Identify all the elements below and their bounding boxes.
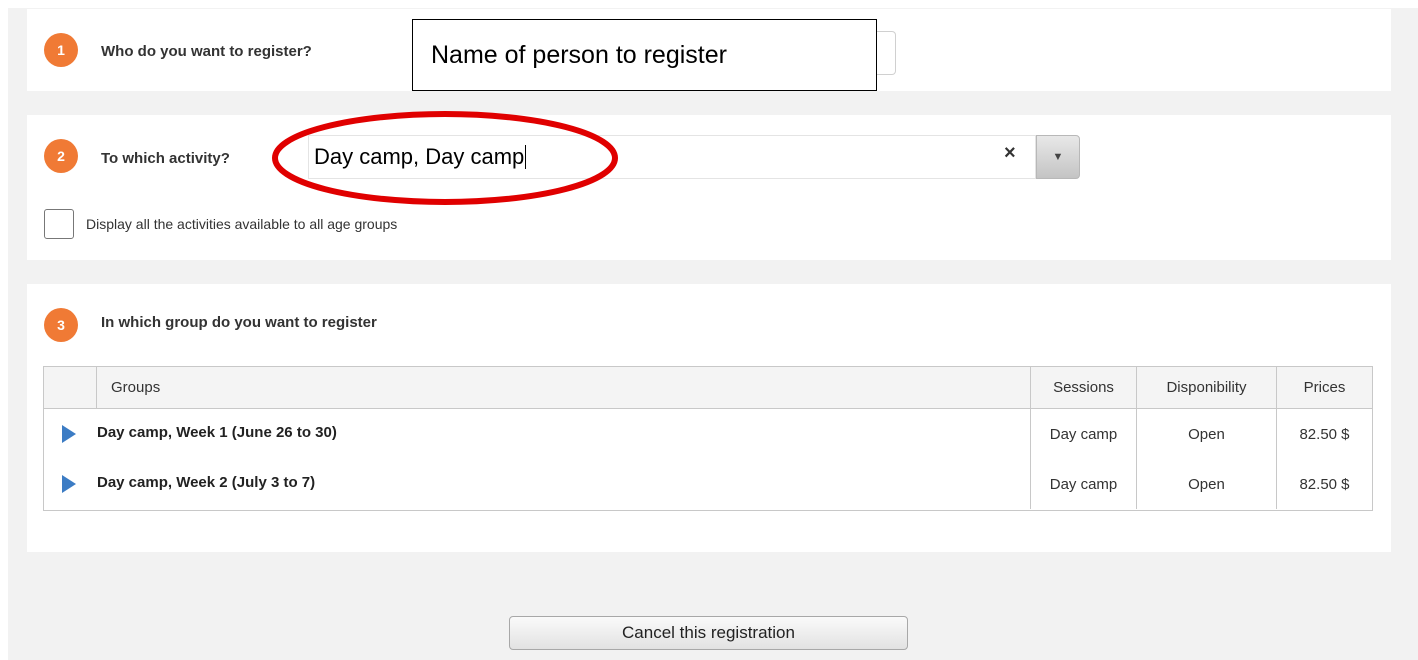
activity-select-input[interactable]: Day camp, Day camp <box>308 135 1036 179</box>
table-header: Groups Sessions Disponibility Prices <box>44 367 1372 409</box>
col-sessions[interactable]: Sessions <box>1030 367 1136 408</box>
triangle-right-icon[interactable] <box>62 475 76 493</box>
text-caret <box>525 145 527 169</box>
step-2-badge: 2 <box>44 139 78 173</box>
all-activities-checkbox[interactable] <box>44 209 74 239</box>
col-groups[interactable]: Groups <box>96 367 1030 408</box>
activity-value: Day camp, Day camp <box>314 144 525 169</box>
step-3-label: In which group do you want to register <box>101 314 377 331</box>
all-activities-label: Display all the activities available to … <box>86 216 398 232</box>
availability-cell: Open <box>1136 459 1276 509</box>
availability-cell: Open <box>1136 409 1276 459</box>
price-cell: 82.50 $ <box>1276 409 1372 459</box>
person-select-edge[interactable] <box>875 31 896 75</box>
col-prices[interactable]: Prices <box>1276 367 1372 408</box>
session-cell: Day camp <box>1030 459 1136 509</box>
groups-table: Groups Sessions Disponibility Prices Day… <box>43 366 1373 511</box>
table-row[interactable]: Day camp, Week 2 (July 3 to 7) Day camp … <box>44 459 1372 509</box>
step-1-label: Who do you want to register? <box>101 43 312 60</box>
cancel-registration-button[interactable]: Cancel this registration <box>509 616 908 650</box>
group-name: Day camp, Week 1 (June 26 to 30) <box>97 424 337 441</box>
chevron-down-icon: ▼ <box>1052 151 1064 163</box>
expand-column-header <box>44 367 96 408</box>
table-row[interactable]: Day camp, Week 1 (June 26 to 30) Day cam… <box>44 409 1372 459</box>
close-icon[interactable]: × <box>1004 142 1016 165</box>
activity-dropdown-button[interactable]: ▼ <box>1036 135 1080 179</box>
price-cell: 82.50 $ <box>1276 459 1372 509</box>
step-3-badge: 3 <box>44 308 78 342</box>
step-1-badge: 1 <box>44 33 78 67</box>
group-name: Day camp, Week 2 (July 3 to 7) <box>97 474 316 491</box>
triangle-right-icon[interactable] <box>62 425 76 443</box>
step-2-label: To which activity? <box>101 150 230 167</box>
session-cell: Day camp <box>1030 409 1136 459</box>
person-name-field[interactable]: Name of person to register <box>412 19 877 91</box>
person-name-text: Name of person to register <box>431 40 727 69</box>
col-disponibility[interactable]: Disponibility <box>1136 367 1276 408</box>
